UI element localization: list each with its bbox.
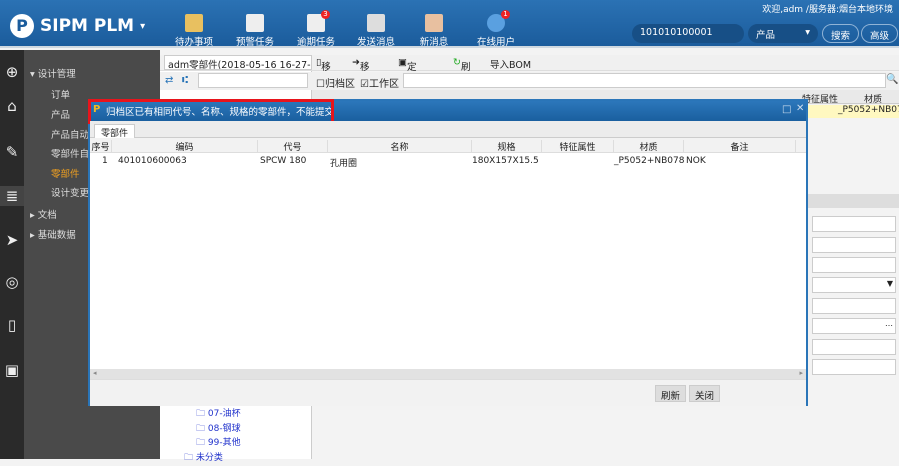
cell-remark: NOK [686, 156, 706, 166]
overdue-task-icon: 3 [307, 10, 330, 32]
new-message-button[interactable]: 新消息 [406, 14, 462, 48]
dialog-tabs: 零部件 [90, 121, 806, 139]
cell-code: 401010600063 [118, 156, 187, 166]
app-header: P SIPM PLM ▾ 待办事项 预警任务 3 逾期任务 发送消息 新消息 1 在线用… [0, 0, 899, 48]
tree-folder[interactable]: 🗀 07-油杯 [196, 406, 241, 422]
panel-header [808, 194, 899, 208]
refresh-button[interactable]: ↻刷新 [453, 57, 470, 87]
nav-item-part-auto[interactable]: 零部件自 [51, 146, 89, 160]
edit-icon[interactable]: ✎ [2, 142, 22, 162]
property-field[interactable] [812, 237, 896, 253]
tree-search-input[interactable] [198, 73, 308, 88]
ellipsis-icon[interactable]: … [885, 319, 893, 328]
tree-folder[interactable]: 🗀 未分类 [184, 450, 223, 466]
filter-row: ⇄ ⑆ ☐归档区 ☑工作区 🔍 [160, 72, 899, 90]
icon-sidebar: ⊕ ⌂ ✎ ≣ ➤ ◎ ▯ ▣ [0, 50, 24, 459]
cell-spec: 180X157X15.5 [472, 156, 539, 166]
search-icon[interactable]: 🔍 [886, 74, 898, 85]
property-picker[interactable]: … [812, 318, 896, 334]
horizontal-scrollbar[interactable]: ◂ ▸ [90, 369, 806, 379]
id-card-icon[interactable]: ▣ [2, 360, 22, 380]
nav-item-product-auto[interactable]: 产品自动 [51, 127, 89, 141]
welcome-text: 欢迎,adm /服务器:烟台本地环境 [762, 5, 893, 15]
archive-checkbox[interactable]: ☐归档区 [316, 75, 355, 90]
search-button[interactable]: 搜索 [822, 24, 860, 43]
toolbar: adm零部件(2018-05-16 16-27-4 ▯移去 ➜移动到 ▣定型区 … [160, 55, 899, 101]
cell-no: 1 [102, 156, 108, 166]
podcast-icon[interactable]: ◎ [2, 272, 22, 292]
property-field[interactable] [812, 339, 896, 355]
property-field[interactable] [812, 257, 896, 273]
chevron-down-icon: ▾ [140, 20, 146, 32]
column-header[interactable]: 规格 [472, 140, 542, 153]
property-field[interactable] [812, 298, 896, 314]
property-field[interactable] [812, 359, 896, 375]
background-grid-row[interactable]: _P5052+NB078 [808, 105, 899, 118]
close-button[interactable]: 关闭 [689, 385, 721, 402]
search-input[interactable]: 101010100001 [632, 24, 744, 43]
folder-dropdown[interactable]: adm零部件(2018-05-16 16-27-4 [164, 55, 312, 70]
chevron-down-icon: ▼ [886, 279, 893, 288]
cell-name: 孔用圈 [330, 159, 358, 169]
send-icon[interactable]: ➤ [2, 230, 22, 250]
maximize-icon[interactable]: □ [782, 104, 791, 115]
move-to-button[interactable]: ➜移动到 [352, 57, 369, 101]
dialog-grid-header: 序号 编码 代号 名称 规格 特征属性 材质 备注 [90, 138, 806, 153]
column-header[interactable]: 代号 [258, 140, 328, 153]
column-header[interactable]: 备注 [684, 140, 796, 153]
cell-material: _P5052+NB078 [614, 156, 685, 166]
nav-item-product[interactable]: 产品 [51, 107, 70, 121]
online-users-icon: 1 [487, 10, 510, 32]
import-bom-button[interactable]: 导入BOM [490, 57, 531, 71]
logo-icon: P [10, 14, 34, 38]
work-checkbox[interactable]: ☑工作区 [360, 75, 399, 90]
database-icon[interactable]: ≣ [0, 186, 24, 206]
column-header[interactable]: 材质 [614, 140, 684, 153]
todo-button[interactable]: 待办事项 [166, 14, 222, 48]
tree-icon[interactable]: ⑆ [182, 75, 188, 86]
nav-basic-data[interactable]: ▸ 基础数据 [30, 227, 76, 241]
sipm-search-icon[interactable]: ⊕ [2, 62, 22, 82]
category-select[interactable]: 产品 ▾ [748, 24, 818, 43]
grid-search-input[interactable] [403, 73, 886, 88]
brand-logo[interactable]: P SIPM PLM ▾ [10, 14, 145, 38]
nav-docs[interactable]: ▸ 文档 [30, 207, 57, 221]
new-message-icon [425, 14, 443, 32]
tree-folder[interactable]: 🗀 99-其他 [196, 435, 241, 451]
close-icon[interactable]: ✕ [796, 103, 804, 114]
warning-task-button[interactable]: 预警任务 [227, 14, 283, 48]
advanced-search-button[interactable]: 高级 [861, 24, 899, 43]
nav-item-part[interactable]: 零部件 [51, 166, 80, 180]
column-header[interactable]: 特征属性 [542, 140, 614, 153]
column-header[interactable]: 编码 [112, 140, 258, 153]
send-message-button[interactable]: 发送消息 [348, 14, 404, 48]
remove-button[interactable]: ▯移去 [316, 57, 331, 87]
duplicate-parts-dialog: 归档区已有相同代号、名称、规格的零部件，不能提交 P □ ✕ 零部件 序号 编码… [88, 99, 808, 406]
overdue-task-button[interactable]: 3 逾期任务 [288, 10, 344, 48]
book-icon[interactable]: ▯ [2, 315, 22, 335]
property-select[interactable]: ▼ [812, 277, 896, 293]
property-field[interactable] [812, 216, 896, 232]
cell-model: SPCW 180 [260, 156, 307, 166]
nav-item-order[interactable]: 订单 [51, 87, 70, 101]
todo-icon [185, 14, 203, 32]
send-message-icon [367, 14, 385, 32]
column-header[interactable]: 序号 [90, 140, 112, 153]
chevron-down-icon: ▾ [805, 27, 810, 38]
online-users-button[interactable]: 1 在线用户 [468, 10, 524, 48]
sync-icon[interactable]: ⇄ [165, 75, 173, 86]
column-header[interactable]: 名称 [328, 140, 472, 153]
tab-parts[interactable]: 零部件 [94, 124, 136, 139]
nav-item-design-change[interactable]: 设计变更 [51, 185, 89, 199]
warning-task-icon [246, 14, 264, 32]
home-icon[interactable]: ⌂ [2, 96, 22, 116]
finalize-button[interactable]: ▣定型区 [398, 57, 417, 101]
dialog-footer: 刷新 关闭 [90, 379, 806, 406]
nav-design-management[interactable]: ▾ 设计管理 [30, 66, 76, 80]
refresh-button[interactable]: 刷新 [655, 385, 687, 402]
